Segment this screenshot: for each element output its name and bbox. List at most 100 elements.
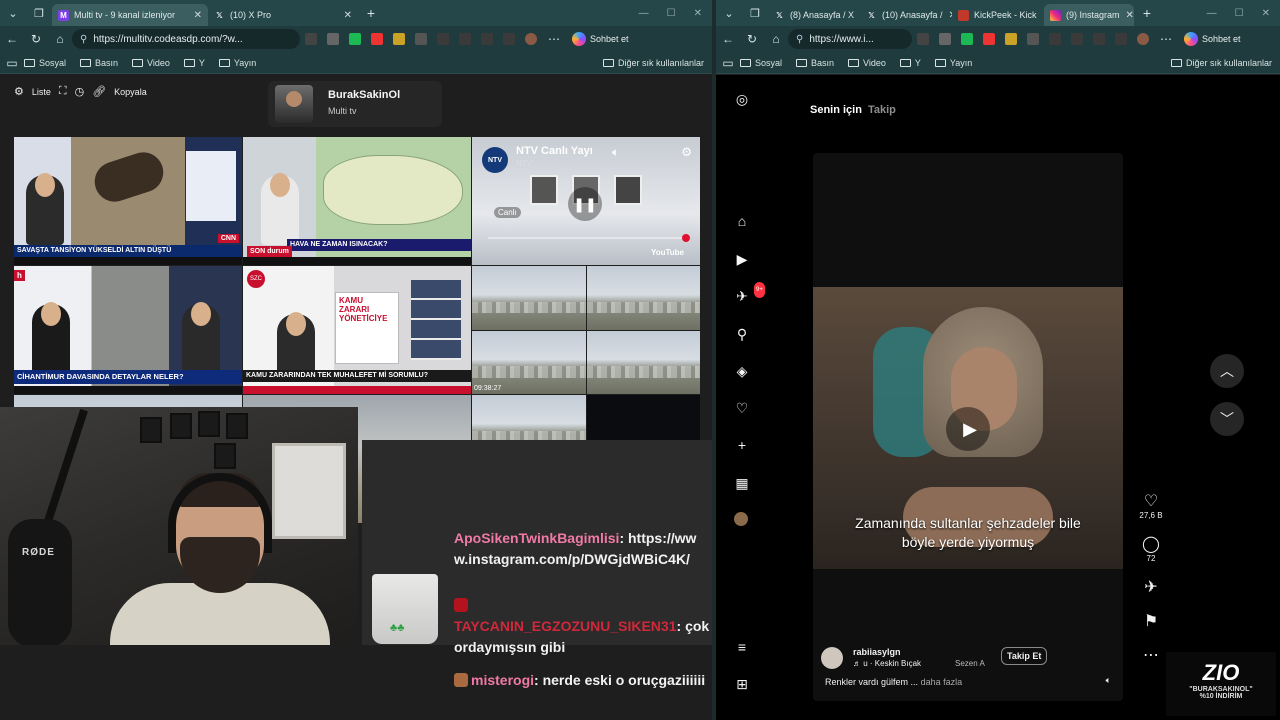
back-icon[interactable]: ←: [0, 32, 24, 46]
back-icon[interactable]: ←: [716, 32, 740, 46]
tab-x-pro[interactable]: 𝕏 (10) X Pro ✕: [208, 4, 358, 26]
tab-instagram[interactable]: (9) Instagram ✕: [1044, 4, 1134, 26]
video-progress[interactable]: [488, 234, 690, 242]
bookmark-folder[interactable]: Y: [899, 58, 921, 68]
reel-player[interactable]: ▶ Zamanında sultanlar şehzadeler bile bö…: [813, 153, 1123, 701]
workspaces-icon[interactable]: ❐: [742, 0, 768, 26]
more-menu-icon[interactable]: ⋯: [1154, 32, 1178, 46]
other-bookmarks[interactable]: Diğer sık kullanılanlar: [602, 58, 704, 68]
split-screen-icon[interactable]: [1049, 33, 1061, 45]
profile-avatar[interactable]: [734, 512, 748, 526]
dashboard-icon[interactable]: ▦: [734, 475, 750, 491]
copilot-button[interactable]: Sohbet et: [572, 32, 629, 46]
extension-icon[interactable]: [327, 33, 339, 45]
bookmark-folder[interactable]: Y: [183, 58, 205, 68]
bookmark-folder[interactable]: Yayın: [934, 58, 972, 68]
bookmark-folder[interactable]: Basın: [80, 58, 118, 68]
link-icon[interactable]: 🔗︎: [92, 85, 106, 98]
more-menu-icon[interactable]: ⋯: [542, 32, 566, 46]
reading-list-icon[interactable]: ▭: [0, 56, 24, 70]
stream-tile[interactable]: HAVA NE ZAMAN ISINACAK? SON durum: [243, 137, 471, 265]
refresh-icon[interactable]: ↻: [24, 32, 48, 46]
copy-button[interactable]: Kopyala: [114, 87, 147, 97]
refresh-icon[interactable]: ↻: [740, 32, 764, 46]
stream-tile[interactable]: h CİHANTİMUR DAVASINDA DETAYLAR NELER?: [14, 266, 242, 394]
close-window-icon[interactable]: ✕: [1262, 8, 1270, 19]
username[interactable]: rabiiasylgn: [853, 647, 901, 657]
collections-icon[interactable]: [1093, 33, 1105, 45]
instagram-logo-icon[interactable]: ◎: [734, 91, 750, 107]
tab-following[interactable]: Takip: [868, 104, 896, 116]
home-icon[interactable]: ⌂: [764, 32, 788, 46]
audio-track[interactable]: ♬ u · Keskin Bıçak: [853, 659, 921, 668]
tab-actions-icon[interactable]: ⌄: [716, 0, 742, 26]
extension-icon[interactable]: [961, 33, 973, 45]
stream-tile[interactable]: SZC KAMU ZARARI YÖNETİCİYE KAMU ZARARIND…: [243, 266, 471, 394]
youtube-logo[interactable]: YouTube: [651, 248, 684, 257]
extension-icon[interactable]: [393, 33, 405, 45]
extension-icon[interactable]: [1005, 33, 1017, 45]
favorites-icon[interactable]: [459, 33, 471, 45]
settings-icon[interactable]: ⚙: [681, 145, 692, 159]
extensions-icon[interactable]: [503, 33, 515, 45]
site-info-icon[interactable]: ⚲: [80, 34, 87, 45]
progress-handle[interactable]: [682, 234, 690, 242]
favorites-icon[interactable]: [1071, 33, 1083, 45]
timer-icon[interactable]: ◷: [75, 85, 85, 98]
settings-icon[interactable]: ⚙: [14, 85, 24, 98]
collections-icon[interactable]: [481, 33, 493, 45]
more-options-icon[interactable]: ⋯: [1136, 647, 1166, 665]
fullscreen-icon[interactable]: ⛶: [59, 85, 67, 98]
list-button[interactable]: Liste: [32, 87, 51, 97]
previous-reel-button[interactable]: ︿: [1210, 354, 1244, 388]
home-icon[interactable]: ⌂: [48, 32, 72, 46]
stream-tile[interactable]: 09:38:27: [472, 266, 700, 394]
new-tab-icon[interactable]: +: [358, 0, 384, 26]
bookmark-folder[interactable]: Sosyal: [740, 58, 782, 68]
bookmark-folder[interactable]: Sosyal: [24, 58, 66, 68]
url-field[interactable]: ⚲ https://multitv.codeasdp.com/?w...: [72, 29, 300, 49]
close-tab-icon[interactable]: ✕: [344, 10, 352, 21]
tab-multitv[interactable]: M Multi tv - 9 kanal izleniyor ✕: [52, 4, 208, 26]
url-field[interactable]: ⚲ https://www.i...: [788, 29, 912, 49]
home-icon[interactable]: ⌂: [734, 213, 750, 229]
reels-icon[interactable]: ▶: [734, 251, 750, 267]
search-icon[interactable]: ⚲: [734, 326, 750, 342]
bookmark-folder[interactable]: Video: [848, 58, 886, 68]
messages-icon[interactable]: ✈ 9+: [734, 282, 765, 304]
extension-icon[interactable]: [983, 33, 995, 45]
extension-icon[interactable]: [1027, 33, 1039, 45]
profile-avatar[interactable]: [525, 33, 537, 45]
avatar[interactable]: [821, 647, 843, 669]
bookmark-folder[interactable]: Video: [132, 58, 170, 68]
close-tab-icon[interactable]: ✕: [194, 10, 202, 21]
copilot-button[interactable]: Sohbet et: [1184, 32, 1241, 46]
create-icon[interactable]: +: [734, 437, 750, 453]
reading-list-icon[interactable]: ▭: [716, 56, 740, 70]
bookmark-folder[interactable]: Yayın: [218, 58, 256, 68]
channel-card[interactable]: BurakSakinOl Multi tv: [268, 81, 442, 127]
close-window-icon[interactable]: ✕: [694, 8, 702, 19]
extension-icon[interactable]: [349, 33, 361, 45]
tab-actions-icon[interactable]: ⌄: [0, 0, 26, 26]
tab-x-home[interactable]: 𝕏 (8) Anasayfa / X ✕: [768, 4, 860, 26]
extension-icon[interactable]: [415, 33, 427, 45]
mute-icon[interactable]: 🔈︎: [1106, 675, 1111, 686]
more-link[interactable]: daha fazla: [921, 677, 963, 687]
comment-icon[interactable]: ◯: [1136, 536, 1166, 554]
save-icon[interactable]: ⚑: [1136, 613, 1166, 631]
menu-icon[interactable]: ≡: [734, 639, 750, 655]
tab-x-home-2[interactable]: 𝕏 (10) Anasayfa / ✕: [860, 4, 952, 26]
minimize-icon[interactable]: —: [1207, 8, 1217, 19]
follow-button[interactable]: Takip Et: [1001, 647, 1048, 665]
minimize-icon[interactable]: —: [639, 8, 649, 19]
stream-tile[interactable]: NTV NTV Canlı Yayı NTV 🔈︎ ⚙ Canlı ❚❚ You…: [472, 137, 700, 265]
audio-artist[interactable]: Sezen A: [955, 659, 985, 668]
extension-icon[interactable]: [917, 33, 929, 45]
split-screen-icon[interactable]: [437, 33, 449, 45]
maximize-icon[interactable]: ☐: [1235, 8, 1244, 19]
profile-avatar[interactable]: [1137, 33, 1149, 45]
volume-icon[interactable]: 🔈︎: [612, 145, 619, 160]
close-tab-icon[interactable]: ✕: [1126, 10, 1134, 21]
stream-tile[interactable]: CNN SAVAŞTA TANSİYON YÜKSELDİ ALTIN DÜŞT…: [14, 137, 242, 265]
